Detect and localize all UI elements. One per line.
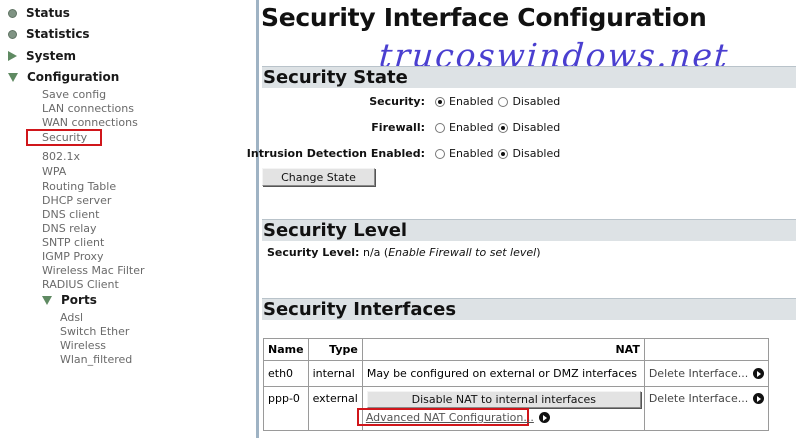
collapse-arrow-icon bbox=[8, 72, 18, 82]
cell-action: Delete Interface... bbox=[643, 360, 770, 387]
expand-arrow-icon bbox=[8, 51, 17, 61]
intrusion-disabled-radio[interactable]: Disabled bbox=[498, 147, 560, 160]
col-header-name: Name bbox=[263, 338, 309, 361]
nav-port-wlan-filtered[interactable]: Wlan_filtered bbox=[60, 353, 132, 367]
delete-interface-link[interactable]: Delete Interface... bbox=[649, 367, 765, 380]
nav-sub-save-config[interactable]: Save config bbox=[42, 88, 106, 102]
firewall-enabled-radio[interactable]: Enabled bbox=[435, 121, 493, 134]
bullet-icon bbox=[8, 8, 17, 18]
arrow-right-icon bbox=[753, 393, 765, 404]
security-level-note: Enable Firewall to set level bbox=[388, 246, 537, 259]
security-radio-group: Enabled Disabled bbox=[435, 95, 565, 108]
nav-item-label: Statistics bbox=[26, 27, 90, 41]
cell-name: ppp-0 bbox=[263, 386, 309, 431]
radio-checked-icon bbox=[435, 96, 445, 107]
advanced-nat-link[interactable]: Advanced NAT Configuration... bbox=[366, 411, 550, 424]
security-disabled-radio[interactable]: Disabled bbox=[498, 95, 560, 108]
sidebar-nav: Status Statistics System Configuration S… bbox=[0, 0, 256, 438]
col-header-type: Type bbox=[307, 338, 363, 361]
section-heading: Security Level bbox=[263, 220, 408, 241]
table-header-row: Name Type NAT bbox=[263, 338, 770, 361]
radio-checked-icon bbox=[498, 122, 509, 133]
firewall-radio-group: Enabled Disabled bbox=[435, 121, 565, 134]
security-level-value: n/a bbox=[362, 246, 381, 259]
cell-action: Delete Interface... bbox=[643, 386, 770, 431]
cell-type: internal bbox=[307, 360, 363, 387]
nav-sub-wan-connections[interactable]: WAN connections bbox=[42, 116, 138, 130]
nav-sub-dns-relay[interactable]: DNS relay bbox=[42, 222, 97, 236]
nav-sub-routing-table[interactable]: Routing Table bbox=[42, 180, 116, 194]
radio-unchecked-icon bbox=[498, 96, 509, 107]
cell-nat: May be configured on external or DMZ int… bbox=[361, 360, 645, 387]
security-level-label: Security Level: bbox=[267, 246, 360, 259]
delete-interface-link[interactable]: Delete Interface... bbox=[649, 392, 765, 405]
interfaces-table: Name Type NAT eth0 internal May be confi… bbox=[263, 338, 770, 431]
nav-item-configuration[interactable]: Configuration bbox=[8, 68, 119, 86]
nav-item-label: Configuration bbox=[27, 70, 120, 84]
nav-sub-wpa[interactable]: WPA bbox=[42, 165, 66, 179]
nav-sub-lan-connections[interactable]: LAN connections bbox=[42, 102, 134, 116]
collapse-arrow-icon bbox=[42, 295, 52, 305]
section-heading: Security State bbox=[263, 67, 408, 88]
cell-nat: Disable NAT to internal interfaces Advan… bbox=[356, 386, 645, 431]
intrusion-radio-group: Enabled Disabled bbox=[435, 147, 565, 160]
firewall-disabled-radio[interactable]: Disabled bbox=[498, 121, 560, 134]
nat-controls: Disable NAT to internal interfaces Advan… bbox=[356, 390, 641, 428]
nav-sub-wireless-mac-filter[interactable]: Wireless Mac Filter bbox=[42, 264, 145, 278]
cell-name: eth0 bbox=[263, 360, 309, 387]
nav-port-switch-ether[interactable]: Switch Ether bbox=[60, 325, 129, 339]
table-row: ppp-0 external Disable NAT to internal i… bbox=[263, 386, 770, 431]
table-row: eth0 internal May be configured on exter… bbox=[263, 360, 770, 387]
security-level-row: Security Level: n/a (Enable Firewall to … bbox=[267, 246, 541, 259]
page-title: Security Interface Configuration bbox=[261, 3, 707, 32]
section-security-interfaces: Security Interfaces bbox=[262, 298, 796, 320]
main-content: Security Interface Configuration trucosw… bbox=[247, 0, 800, 438]
nav-sub-dns-client[interactable]: DNS client bbox=[42, 208, 99, 222]
cell-type: external bbox=[307, 386, 363, 431]
arrow-right-icon bbox=[753, 368, 765, 379]
security-enabled-radio[interactable]: Enabled bbox=[435, 95, 493, 108]
intrusion-detection-label: Intrusion Detection Enabled: bbox=[246, 147, 425, 160]
radio-unchecked-icon bbox=[435, 122, 445, 133]
nav-sub-igmp-proxy[interactable]: IGMP Proxy bbox=[42, 250, 104, 264]
nav-port-adsl[interactable]: Adsl bbox=[60, 311, 83, 325]
section-security-level: Security Level bbox=[262, 219, 796, 241]
nav-sub-radius-client[interactable]: RADIUS Client bbox=[42, 278, 119, 292]
col-header-action bbox=[643, 338, 770, 361]
nav-item-label: System bbox=[26, 49, 76, 63]
col-header-nat: NAT bbox=[361, 338, 645, 361]
security-label: Security: bbox=[369, 95, 425, 108]
disable-nat-button[interactable]: Disable NAT to internal interfaces bbox=[366, 391, 641, 408]
nav-item-label: Ports bbox=[61, 293, 97, 307]
radio-checked-icon bbox=[498, 148, 509, 159]
bullet-icon bbox=[8, 29, 17, 39]
arrow-right-icon bbox=[538, 412, 550, 423]
nav-sub-dhcp-server[interactable]: DHCP server bbox=[42, 194, 111, 208]
intrusion-enabled-radio[interactable]: Enabled bbox=[435, 147, 493, 160]
nav-item-status[interactable]: Status bbox=[8, 4, 70, 22]
nav-sub-sntp-client[interactable]: SNTP client bbox=[42, 236, 104, 250]
section-heading: Security Interfaces bbox=[263, 299, 457, 320]
radio-unchecked-icon bbox=[435, 148, 445, 159]
section-security-state: Security State bbox=[262, 66, 796, 88]
nav-item-label: Status bbox=[26, 6, 70, 20]
nav-sub-8021x[interactable]: 802.1x bbox=[42, 150, 80, 164]
security-highlight-box bbox=[26, 129, 102, 146]
nav-item-statistics[interactable]: Statistics bbox=[8, 25, 90, 43]
nav-item-ports[interactable]: Ports bbox=[42, 291, 97, 309]
nav-item-system[interactable]: System bbox=[8, 47, 76, 65]
firewall-label: Firewall: bbox=[371, 121, 425, 134]
change-state-button[interactable]: Change State bbox=[262, 168, 375, 186]
nav-port-wireless[interactable]: Wireless bbox=[60, 339, 106, 353]
